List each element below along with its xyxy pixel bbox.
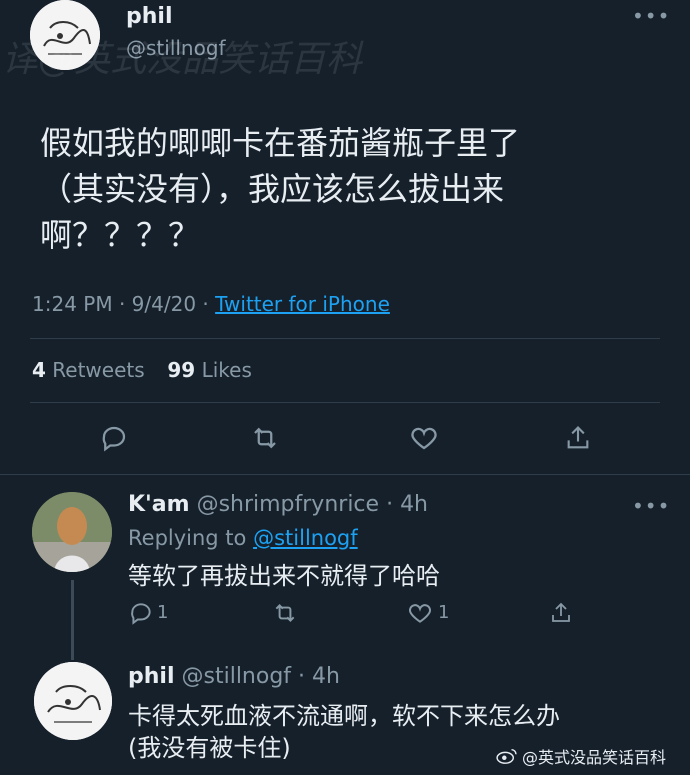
tweet-text-line: 假如我的唧唧卡在番茄酱瓶子里了 [40, 124, 521, 162]
retweets-label[interactable]: Retweets [52, 358, 144, 382]
share-icon-glyph [567, 426, 589, 449]
replying-to: Replying to @stillnogf [128, 526, 358, 550]
reply-icon-glyph [131, 603, 151, 625]
retweets-count[interactable]: 4 [32, 358, 46, 382]
like-icon[interactable] [404, 420, 444, 456]
heart-icon [409, 604, 431, 623]
divider [30, 338, 660, 339]
tweet-source-link[interactable]: Twitter for iPhone [215, 292, 390, 316]
retweet-icon[interactable] [268, 598, 302, 628]
reply-author-handle[interactable]: @shrimpfrynrice [197, 492, 380, 517]
heart-icon [411, 427, 437, 450]
reply-author-handle[interactable]: @stillnogf [182, 664, 292, 689]
avatar-photo-icon [32, 492, 112, 572]
tweet-time[interactable]: 1:24 PM [32, 292, 113, 316]
reply-text-line: 卡得太死血液不流通啊，软不下来怎么办 [128, 702, 560, 730]
reply-count: 1 [157, 602, 169, 623]
divider [0, 474, 690, 475]
likes-label[interactable]: Likes [202, 358, 252, 382]
tweet-meta: 1:24 PM · 9/4/20 · Twitter for iPhone [32, 292, 390, 316]
watermark-bottom: @英式没品笑话百科 [496, 744, 666, 768]
reply-icon-glyph [102, 426, 126, 452]
reply-avatar[interactable] [34, 662, 112, 740]
likes-count[interactable]: 99 [167, 358, 195, 382]
meta-separator: · [118, 292, 132, 316]
retweet-icon-glyph [254, 427, 276, 449]
tweet-text-line: （其实没有），我应该怎么拔出来 [40, 170, 505, 208]
avatar-sketch-icon [34, 662, 112, 740]
reply-author-name[interactable]: phil [128, 664, 175, 689]
reply-header: phil @stillnogf · 4h [128, 664, 340, 689]
thread-line [71, 580, 74, 660]
tweet-text: 假如我的唧唧卡在番茄酱瓶子里了 （其实没有），我应该怎么拔出来 啊？？？？ [40, 120, 680, 258]
reply-header: K'am @shrimpfrynrice · 4h [128, 492, 428, 517]
divider [30, 402, 660, 403]
replying-to-handle[interactable]: @stillnogf [253, 526, 358, 550]
reply-age[interactable]: 4h [400, 492, 428, 517]
replying-to-label: Replying to [128, 526, 247, 550]
share-icon-glyph [552, 602, 570, 622]
tweet-text-line: 啊？？？？ [40, 216, 201, 254]
reply-avatar[interactable] [32, 492, 112, 572]
like-icon[interactable] [404, 598, 436, 628]
weibo-logo-icon [496, 748, 517, 764]
watermark-text: @英式没品笑话百科 [522, 748, 667, 767]
retweet-icon-glyph [275, 604, 295, 622]
engagement-stats: 4 Retweets 99 Likes [32, 358, 252, 382]
reply-author-name[interactable]: K'am [128, 492, 190, 517]
reply-icon[interactable] [96, 420, 132, 456]
meta-separator: · [202, 292, 216, 316]
more-dots-icon[interactable]: ••• [632, 4, 670, 28]
share-icon[interactable] [560, 420, 596, 456]
reply-age[interactable]: 4h [312, 664, 340, 689]
more-dots-icon[interactable]: ••• [632, 494, 670, 518]
reply-text: 等软了再拔出来不就得了哈哈 [128, 562, 440, 590]
tweet-date[interactable]: 9/4/20 [132, 292, 196, 316]
meta-separator: · [298, 664, 306, 689]
meta-separator: · [386, 492, 394, 517]
share-icon[interactable] [546, 598, 576, 628]
reply-icon[interactable] [126, 598, 156, 628]
author-name[interactable]: phil [126, 4, 173, 29]
like-count: 1 [438, 602, 450, 623]
watermark-top: 译@英式没品笑话百科 [2, 39, 363, 80]
retweet-icon[interactable] [245, 420, 285, 456]
